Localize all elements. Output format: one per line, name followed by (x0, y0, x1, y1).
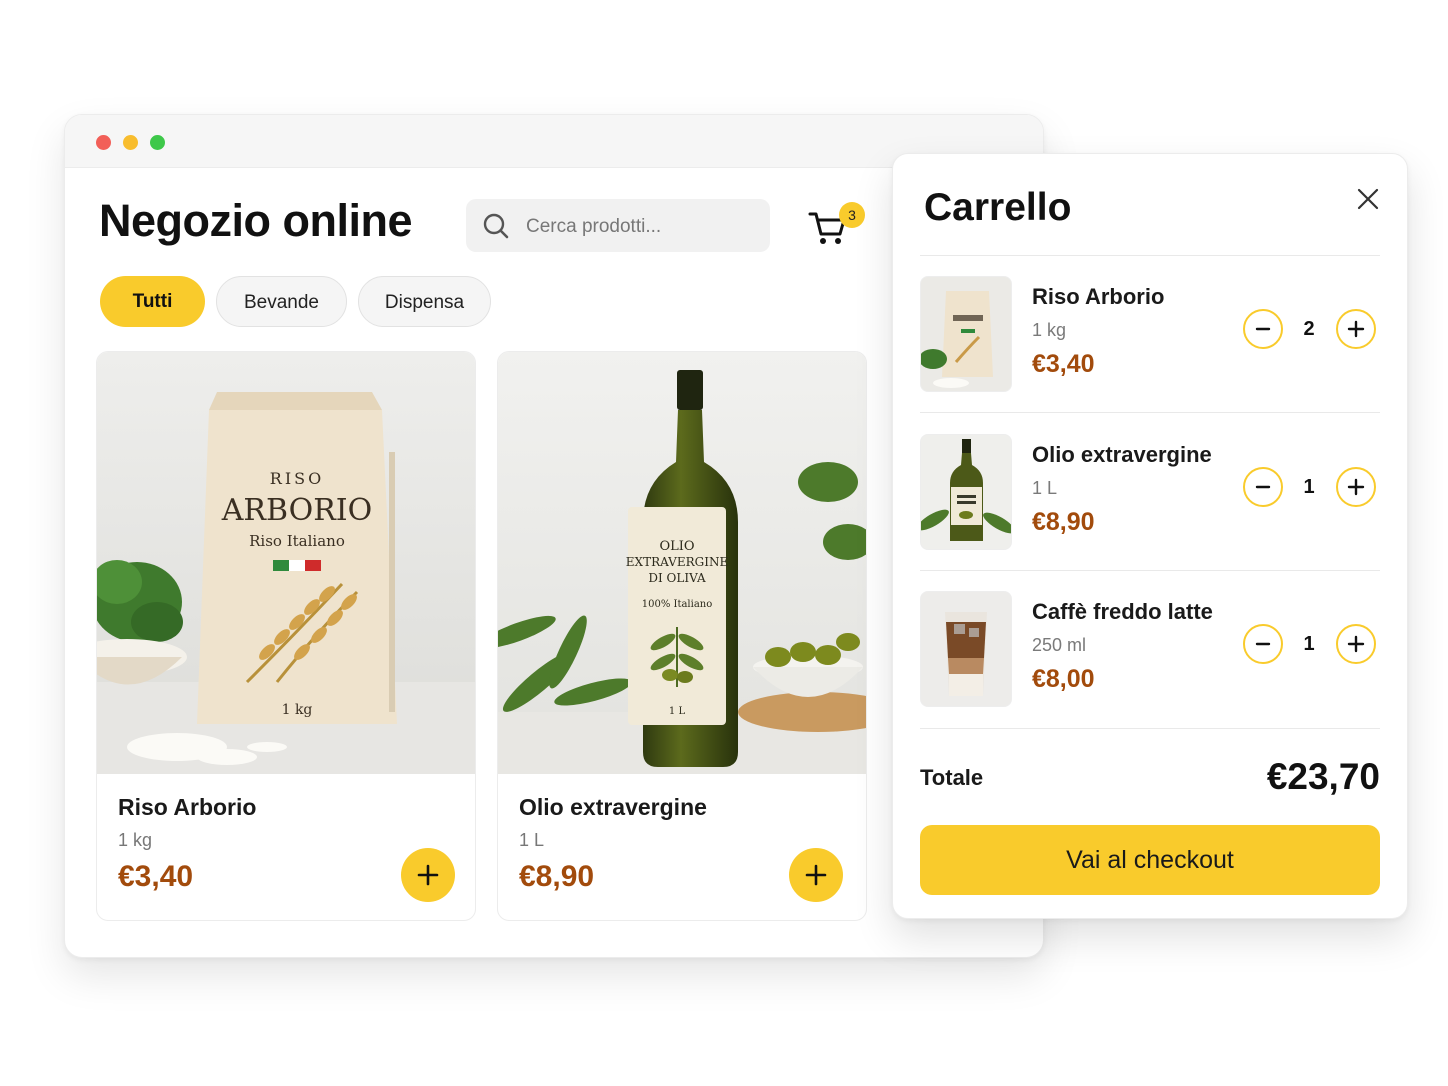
decrease-quantity-button[interactable] (1243, 467, 1283, 507)
increase-quantity-button[interactable] (1336, 624, 1376, 664)
checkout-button[interactable]: Vai al checkout (920, 825, 1380, 895)
cart-item-price: €8,00 (1032, 665, 1095, 693)
filter-chip-dispensa[interactable]: Dispensa (358, 276, 491, 327)
cart-item-quantity: 2 (1303, 318, 1315, 340)
minus-icon (1255, 485, 1271, 489)
plus-icon (1347, 635, 1365, 653)
olio-thumbnail-image (921, 435, 1011, 549)
close-cart-button[interactable] (1351, 182, 1385, 216)
cart-item-thumbnail (920, 276, 1012, 392)
cart-item-quantity: 1 (1303, 476, 1315, 498)
product-price: €3,40 (118, 860, 194, 893)
minus-icon (1255, 642, 1271, 646)
minus-icon (1255, 327, 1271, 331)
add-to-cart-button[interactable] (401, 848, 455, 902)
product-card-olio[interactable]: OLIO EXTRAVERGINE DI OLIVA 100% Italiano… (497, 351, 867, 921)
cart-item-caffe: Caffè freddo latte 250 ml €8,00 1 (893, 591, 1407, 711)
increase-quantity-button[interactable] (1336, 309, 1376, 349)
cart-item-name: Caffè freddo latte (1032, 599, 1213, 624)
plus-icon (417, 864, 439, 886)
cart-title: Carrello (924, 186, 1072, 229)
page-title: Negozio online (99, 195, 413, 246)
cart-item-name: Olio extravergine (1032, 442, 1212, 467)
product-card-riso[interactable]: RISO ARBORIO Riso Italiano 1 kg Riso Arb… (96, 351, 476, 921)
cart-button[interactable]: 3 (805, 199, 871, 255)
window-minimize-dot[interactable] (123, 135, 138, 150)
search-input[interactable] (524, 199, 764, 254)
divider (920, 255, 1380, 256)
total-value: €23,70 (1266, 756, 1380, 797)
caffe-thumbnail-image (921, 592, 1011, 706)
divider (920, 728, 1380, 729)
olio-extravergine-photo: OLIO EXTRAVERGINE DI OLIVA 100% Italiano… (498, 352, 866, 774)
riso-package-line2: ARBORIO (221, 493, 372, 528)
cart-item-quantity: 1 (1303, 633, 1315, 655)
plus-icon (1347, 478, 1365, 496)
olio-label-line2: EXTRAVERGINE (626, 555, 728, 569)
olio-label-volume: 1 L (669, 706, 686, 717)
total-label: Totale (920, 765, 984, 790)
cart-item-price: €8,90 (1032, 508, 1095, 536)
riso-thumbnail-image (921, 277, 1011, 391)
close-icon (1357, 188, 1379, 210)
cart-item-olio: Olio extravergine 1 L €8,90 1 (893, 434, 1407, 554)
product-size: 1 kg (118, 830, 153, 850)
filter-chip-bevande[interactable]: Bevande (216, 276, 347, 327)
product-price: €8,90 (519, 860, 595, 893)
cart-count-badge: 3 (839, 202, 865, 228)
cart-item-price: €3,40 (1032, 350, 1095, 378)
cart-item-size: 1 L (1032, 478, 1058, 498)
add-to-cart-button[interactable] (789, 848, 843, 902)
product-size: 1 L (519, 830, 545, 850)
riso-package-line1: RISO (270, 469, 324, 488)
cart-item-thumbnail (920, 591, 1012, 707)
product-name: Riso Arborio (118, 794, 257, 820)
search-bar[interactable] (466, 199, 770, 254)
window-close-dot[interactable] (96, 135, 111, 150)
olio-label-line3: DI OLIVA (648, 571, 706, 585)
filter-chip-tutti[interactable]: Tutti (100, 276, 205, 327)
divider (920, 570, 1380, 571)
window-maximize-dot[interactable] (150, 135, 165, 150)
riso-package-weight: 1 kg (282, 702, 313, 718)
product-name: Olio extravergine (519, 794, 707, 820)
riso-arborio-photo: RISO ARBORIO Riso Italiano 1 kg (97, 352, 475, 774)
cart-item-name: Riso Arborio (1032, 284, 1165, 309)
increase-quantity-button[interactable] (1336, 467, 1376, 507)
cart-item-size: 1 kg (1032, 320, 1067, 340)
decrease-quantity-button[interactable] (1243, 624, 1283, 664)
riso-package-line3: Riso Italiano (249, 532, 345, 550)
olio-label-line1: OLIO (659, 539, 694, 554)
divider (920, 412, 1380, 413)
search-icon (483, 213, 509, 239)
cart-item-riso: Riso Arborio 1 kg €3,40 2 (893, 276, 1407, 396)
cart-item-thumbnail (920, 434, 1012, 550)
cart-drawer: Carrello Riso Arborio 1 kg €3,40 2 Olio … (892, 153, 1408, 919)
olio-label-line4: 100% Italiano (642, 599, 713, 610)
cart-item-size: 250 ml (1032, 635, 1087, 655)
plus-icon (1347, 320, 1365, 338)
plus-icon (805, 864, 827, 886)
decrease-quantity-button[interactable] (1243, 309, 1283, 349)
